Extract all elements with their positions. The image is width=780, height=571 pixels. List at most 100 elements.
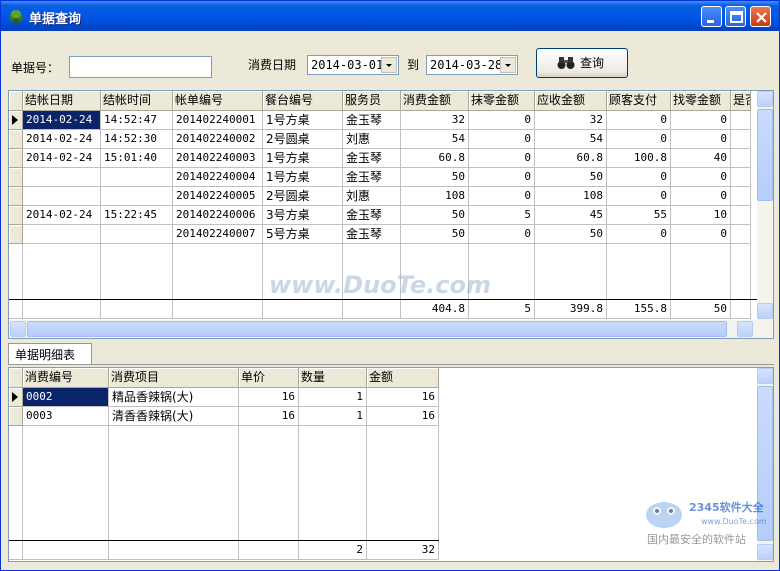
bill-scroll-right-button[interactable] <box>737 321 753 337</box>
bill-cell[interactable] <box>101 168 173 187</box>
detail-row-selector[interactable] <box>9 407 23 426</box>
bill-col-header[interactable]: 消费金额 <box>401 91 469 111</box>
bill-cell[interactable]: 2号圆桌 <box>263 130 343 149</box>
detail-cell[interactable]: 清香香辣锅(大) <box>109 407 239 426</box>
bill-row-selector[interactable] <box>9 225 23 244</box>
detail-col-header[interactable]: 单价 <box>239 368 299 388</box>
date-from-select[interactable]: 2014-03-01 <box>307 55 399 75</box>
bill-cell[interactable] <box>101 187 173 206</box>
bill-cell[interactable]: 0 <box>671 168 731 187</box>
bill-cell[interactable]: 50 <box>535 225 607 244</box>
bill-col-header[interactable]: 结帐时间 <box>101 91 173 111</box>
detail-cell[interactable]: 0003 <box>23 407 109 426</box>
bill-cell[interactable] <box>23 187 101 206</box>
bill-col-header[interactable]: 是否 <box>731 91 751 111</box>
bill-cell[interactable]: 金玉琴 <box>343 225 401 244</box>
bill-cell[interactable]: 201402240004 <box>173 168 263 187</box>
bill-cell[interactable] <box>731 206 751 225</box>
bill-cell[interactable]: 60.8 <box>401 149 469 168</box>
bill-cell[interactable]: 1号方桌 <box>263 111 343 130</box>
bill-cell[interactable]: 2014-02-24 <box>23 149 101 168</box>
bill-cell[interactable]: 50 <box>401 206 469 225</box>
bill-cell[interactable]: 14:52:30 <box>101 130 173 149</box>
detail-col-header[interactable]: 数量 <box>299 368 367 388</box>
bill-cell[interactable]: 0 <box>469 111 535 130</box>
minimize-button[interactable] <box>701 6 722 27</box>
bill-col-header[interactable]: 帐单编号 <box>173 91 263 111</box>
bill-cell[interactable]: 0 <box>469 187 535 206</box>
bill-cell[interactable]: 40 <box>671 149 731 168</box>
bill-cell[interactable]: 14:52:47 <box>101 111 173 130</box>
bill-cell[interactable]: 0 <box>607 130 671 149</box>
detail-col-header[interactable]: 消费编号 <box>23 368 109 388</box>
bill-row-selector[interactable] <box>9 187 23 206</box>
bill-cell[interactable]: 45 <box>535 206 607 225</box>
bill-cell[interactable]: 5 <box>469 206 535 225</box>
bill-cell[interactable] <box>731 149 751 168</box>
detail-cell[interactable]: 0002 <box>23 388 109 407</box>
bill-cell[interactable]: 54 <box>535 130 607 149</box>
bill-cell[interactable]: 60.8 <box>535 149 607 168</box>
detail-cell[interactable]: 精品香辣锅(大) <box>109 388 239 407</box>
bill-cell[interactable]: 2014-02-24 <box>23 206 101 225</box>
bill-row-selector[interactable] <box>9 149 23 168</box>
bill-cell[interactable]: 0 <box>469 149 535 168</box>
bill-cell[interactable]: 0 <box>469 168 535 187</box>
bill-col-header[interactable]: 结帐日期 <box>23 91 101 111</box>
bill-cell[interactable]: 54 <box>401 130 469 149</box>
bill-cell[interactable] <box>731 111 751 130</box>
bill-cell[interactable]: 0 <box>607 187 671 206</box>
detail-cell[interactable]: 16 <box>239 388 299 407</box>
bill-cell[interactable] <box>731 168 751 187</box>
bill-cell[interactable]: 0 <box>469 130 535 149</box>
bill-cell[interactable]: 100.8 <box>607 149 671 168</box>
bill-cell[interactable]: 0 <box>671 187 731 206</box>
chevron-down-icon[interactable] <box>500 57 516 73</box>
bill-cell[interactable]: 2014-02-24 <box>23 111 101 130</box>
bill-cell[interactable] <box>23 225 101 244</box>
bill-hscroll-thumb[interactable] <box>27 321 727 337</box>
bill-cell[interactable] <box>23 168 101 187</box>
bill-cell[interactable]: 5号方桌 <box>263 225 343 244</box>
bill-cell[interactable]: 1号方桌 <box>263 168 343 187</box>
chevron-down-icon[interactable] <box>381 57 397 73</box>
detail-cell[interactable]: 1 <box>299 407 367 426</box>
bill-cell[interactable]: 50 <box>401 168 469 187</box>
detail-scroll-up-button[interactable] <box>757 368 773 384</box>
bill-cell[interactable]: 201402240006 <box>173 206 263 225</box>
detail-cell[interactable]: 16 <box>367 407 439 426</box>
bill-vscroll-thumb[interactable] <box>757 109 773 201</box>
bill-scroll-up-button[interactable] <box>757 91 773 107</box>
bill-cell[interactable] <box>731 225 751 244</box>
bill-cell[interactable]: 0 <box>671 111 731 130</box>
bill-grid[interactable]: 结帐日期 结帐时间 帐单编号 餐台编号 服务员 消费金额 抹零金额 应收金额 顾客支付 找零金额是… <box>8 90 774 339</box>
bill-cell[interactable]: 金玉琴 <box>343 206 401 225</box>
bill-cell[interactable]: 0 <box>671 130 731 149</box>
bill-cell[interactable]: 0 <box>671 225 731 244</box>
bill-col-header[interactable]: 餐台编号 <box>263 91 343 111</box>
bill-scroll-left-button[interactable] <box>10 321 26 337</box>
bill-cell[interactable] <box>731 187 751 206</box>
bill-col-header[interactable]: 抹零金额 <box>469 91 535 111</box>
bill-cell[interactable]: 108 <box>535 187 607 206</box>
bill-cell[interactable]: 3号方桌 <box>263 206 343 225</box>
bill-no-input[interactable] <box>69 56 212 78</box>
bill-cell[interactable]: 50 <box>401 225 469 244</box>
maximize-button[interactable] <box>725 6 746 27</box>
bill-cell[interactable]: 201402240005 <box>173 187 263 206</box>
bill-cell[interactable]: 金玉琴 <box>343 149 401 168</box>
bill-cell[interactable]: 0 <box>607 111 671 130</box>
bill-cell[interactable]: 金玉琴 <box>343 168 401 187</box>
bill-col-header[interactable]: 应收金额 <box>535 91 607 111</box>
bill-cell[interactable] <box>731 130 751 149</box>
detail-col-header[interactable]: 金额 <box>367 368 439 388</box>
bill-cell[interactable]: 32 <box>401 111 469 130</box>
detail-row-selector[interactable] <box>9 388 23 407</box>
bill-cell[interactable]: 金玉琴 <box>343 111 401 130</box>
query-button[interactable]: 查询 <box>536 48 628 78</box>
bill-cell[interactable]: 201402240007 <box>173 225 263 244</box>
bill-cell[interactable]: 刘惠 <box>343 130 401 149</box>
bill-cell[interactable]: 50 <box>535 168 607 187</box>
bill-cell[interactable]: 刘惠 <box>343 187 401 206</box>
detail-scroll-down-button[interactable] <box>757 544 773 560</box>
